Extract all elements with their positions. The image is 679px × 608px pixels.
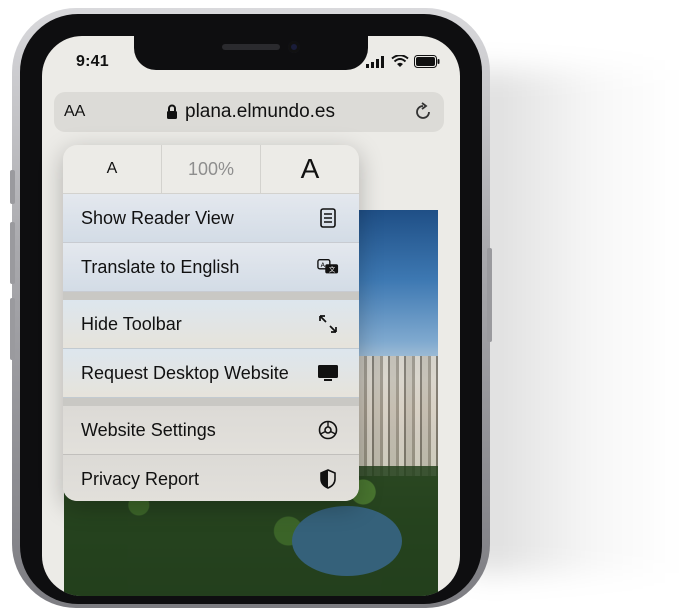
- volume-down-button: [10, 298, 15, 360]
- hide-toolbar-icon: [317, 313, 339, 335]
- reload-icon[interactable]: [412, 101, 434, 123]
- translate-icon: A文: [317, 256, 339, 278]
- menu-item-request-desktop-website[interactable]: Request Desktop Website: [63, 349, 359, 398]
- side-button-left: [10, 170, 15, 204]
- text-zoom-row: A 100% A: [63, 145, 359, 194]
- battery-icon: [414, 55, 440, 68]
- svg-text:A: A: [321, 261, 326, 269]
- speaker: [222, 44, 280, 50]
- menu-item-label: Hide Toolbar: [81, 313, 182, 334]
- reader-view-icon: [317, 207, 339, 229]
- page-settings-menu: A 100% A Show Reader View Translate to E…: [63, 145, 359, 501]
- cellular-signal-icon: [366, 55, 384, 68]
- small-a-label: A: [106, 160, 118, 177]
- status-time: 9:41: [76, 53, 109, 70]
- menu-item-label: Privacy Report: [81, 468, 200, 489]
- menu-item-translate[interactable]: Translate to English A文: [63, 243, 359, 292]
- menu-item-label: Website Settings: [81, 419, 216, 440]
- notch: [134, 36, 368, 70]
- menu-item-label: Show Reader View: [81, 207, 234, 228]
- lock-icon: [167, 104, 177, 119]
- device-shadow: [470, 70, 679, 573]
- shield-icon: [317, 468, 339, 490]
- decrease-text-size-button[interactable]: A: [63, 145, 161, 193]
- menu-separator: [63, 292, 359, 300]
- url-text: plana.elmundo.es: [185, 101, 335, 122]
- text-size-label: AA: [64, 103, 86, 120]
- desktop-icon: [317, 362, 339, 384]
- zoom-level-label: 100%: [187, 158, 235, 179]
- status-icons: [366, 55, 440, 68]
- gear-icon: [317, 419, 339, 441]
- menu-item-privacy-report[interactable]: Privacy Report: [63, 455, 359, 501]
- volume-up-button: [10, 222, 15, 284]
- text-size-button[interactable]: AA: [64, 103, 85, 121]
- svg-text:文: 文: [329, 265, 336, 274]
- menu-item-hide-toolbar[interactable]: Hide Toolbar: [63, 300, 359, 349]
- menu-separator: [63, 398, 359, 406]
- zoom-level[interactable]: 100%: [161, 145, 261, 193]
- large-a-label: A: [300, 153, 320, 184]
- power-button: [487, 248, 492, 342]
- menu-item-label: Translate to English: [81, 256, 240, 277]
- front-camera: [288, 41, 300, 53]
- increase-text-size-button[interactable]: A: [261, 145, 359, 193]
- menu-item-show-reader-view[interactable]: Show Reader View: [63, 194, 359, 243]
- menu-item-label: Request Desktop Website: [81, 362, 289, 383]
- wifi-icon: [391, 55, 409, 67]
- url-field[interactable]: plana.elmundo.es: [166, 101, 335, 123]
- menu-item-website-settings[interactable]: Website Settings: [63, 406, 359, 455]
- address-bar[interactable]: AA plana.elmundo.es: [54, 92, 444, 132]
- photo-lake: [292, 506, 402, 576]
